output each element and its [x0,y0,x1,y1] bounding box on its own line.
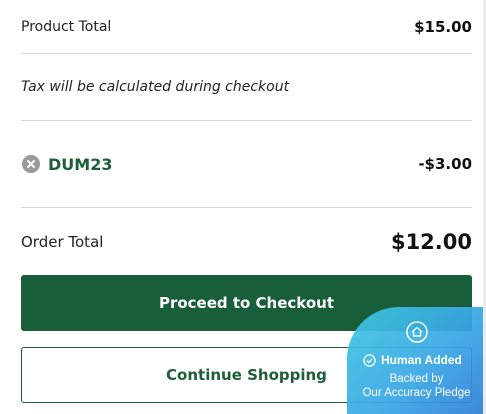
check-circle-icon [363,353,376,367]
shield-home-icon [406,321,428,343]
accuracy-pledge-badge[interactable]: Human Added Backed by Our Accuracy Pledg… [347,307,486,414]
coupon-row: DUM23 -$3.00 [21,121,472,207]
product-total-value: $15.00 [414,17,472,36]
remove-coupon-icon[interactable] [22,155,40,173]
product-total-row: Product Total $15.00 [21,0,472,53]
tax-row: Tax will be calculated during checkout [21,54,472,120]
coupon-discount: -$3.00 [418,155,472,173]
badge-line-1: Backed by [389,373,444,385]
product-total-label: Product Total [21,18,112,35]
order-total-row: Order Total $12.00 [21,208,472,276]
coupon-code: DUM23 [48,154,113,174]
coupon-info: DUM23 [21,155,112,174]
tax-note: Tax will be calculated during checkout [21,79,290,95]
order-total-value: $12.00 [390,230,472,254]
order-summary: Product Total $15.00 Tax will be calcula… [21,0,472,276]
badge-line-2: Our Accuracy Pledge [362,387,471,399]
order-total-label: Order Total [21,233,104,251]
badge-title-row: Human Added [363,353,462,367]
badge-title: Human Added [381,353,462,367]
